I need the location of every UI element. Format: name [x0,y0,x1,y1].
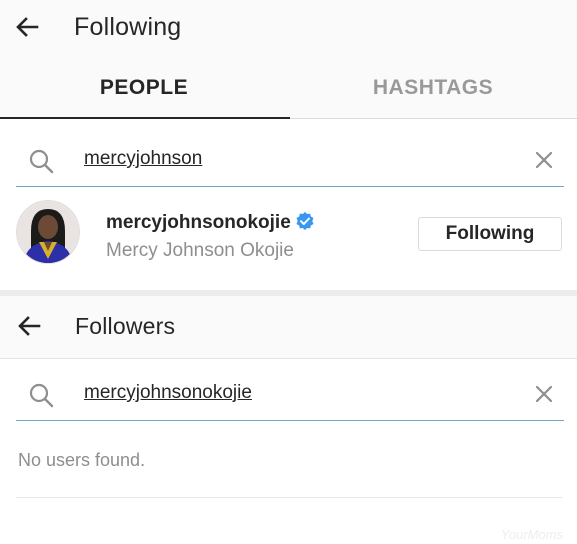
tab-bar: PEOPLE HASHTAGS [0,58,577,119]
result-full-name: Mercy Johnson Okojie [106,240,294,261]
watermark: YourMoms [500,527,563,542]
page-title: Following [74,13,182,41]
close-icon [535,385,553,403]
user-list-item[interactable]: mercyjohnsonokojie Mercy Johnson Okojie … [0,188,577,288]
followers-title: Followers [75,313,176,339]
arrow-left-icon [16,17,39,37]
empty-state-message: No users found. [18,450,146,470]
profile-photo [17,201,79,263]
search-icon [29,149,54,174]
followers-search-input[interactable]: mercyjohnsonokojie [84,382,252,404]
screen: Following PEOPLE HASHTAGS mercyjohnson m… [0,0,577,544]
username-text: mercyjohnsonokojie [106,212,291,233]
tab-hashtags[interactable]: HASHTAGS [289,58,577,118]
verified-badge-icon [296,211,314,230]
result-username[interactable]: mercyjohnsonokojie [106,211,315,234]
tab-people[interactable]: PEOPLE [0,58,288,118]
active-tab-indicator [0,117,290,119]
bottom-divider [16,497,562,498]
following-search-bar[interactable]: mercyjohnson [16,134,564,187]
following-header: Following [0,0,577,58]
arrow-left-icon [18,316,41,336]
following-button[interactable]: Following [418,217,562,251]
clear-search-button[interactable] [530,146,558,174]
close-icon [535,151,553,169]
followers-back-button[interactable] [12,309,46,343]
avatar[interactable] [16,200,80,264]
clear-followers-search-button[interactable] [530,380,558,408]
followers-header: Followers [0,296,577,359]
followers-search-bar[interactable]: mercyjohnsonokojie [16,368,564,421]
search-input[interactable]: mercyjohnson [84,148,202,170]
back-button[interactable] [10,10,44,44]
search-icon [29,383,54,408]
